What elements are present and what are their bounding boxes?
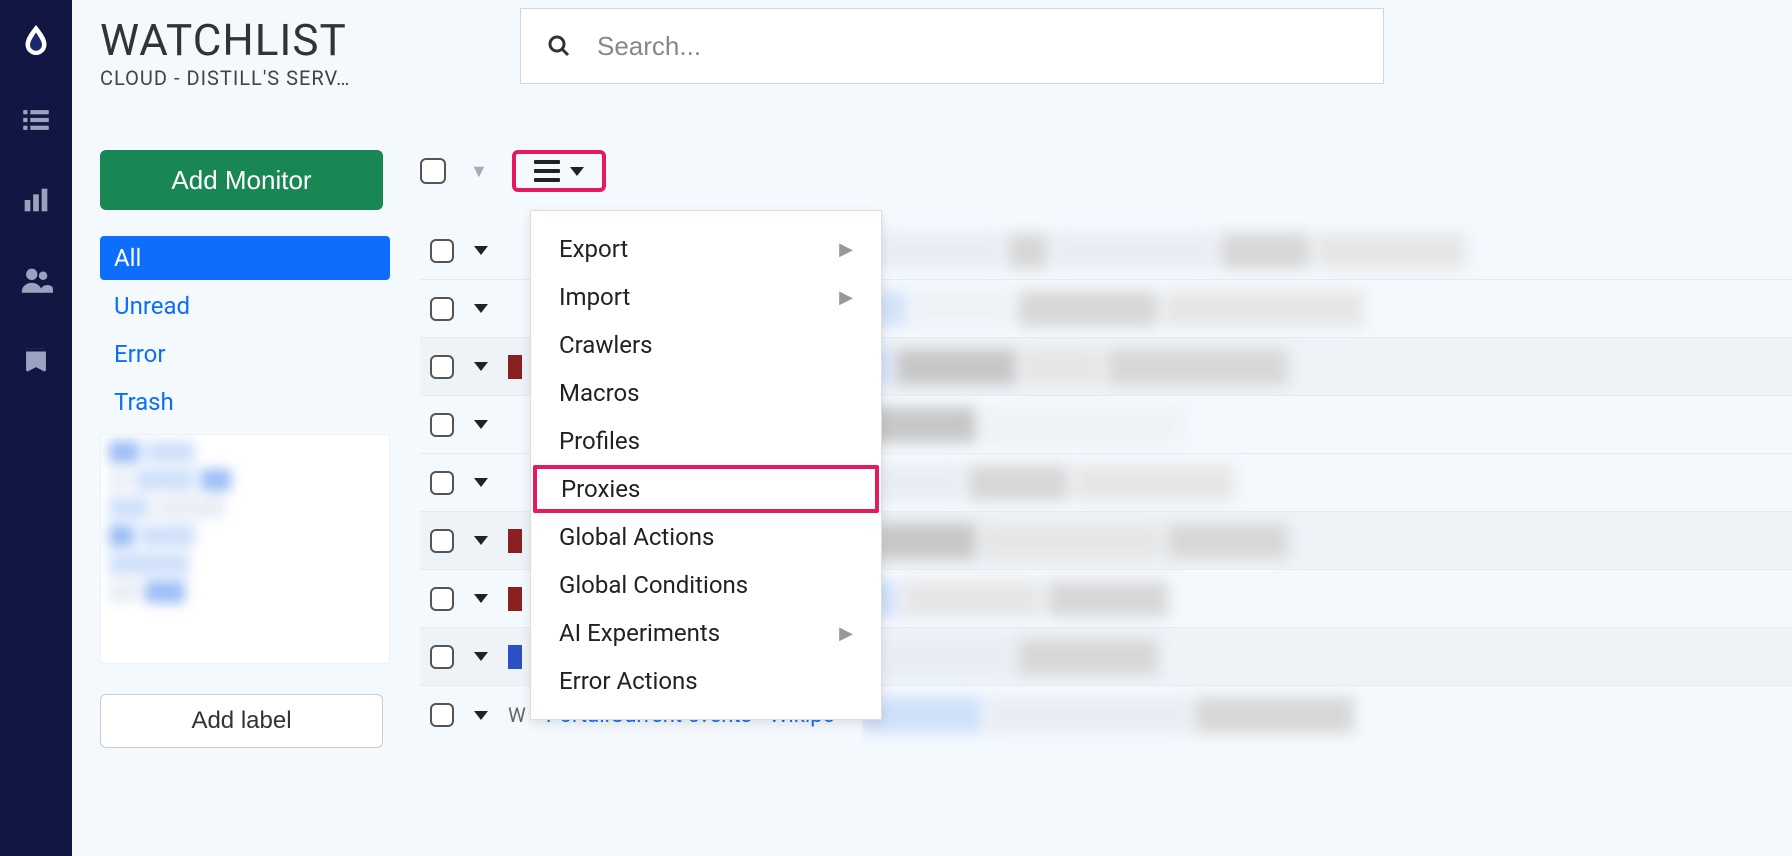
menu-item-macros[interactable]: Macros (531, 369, 881, 417)
row-favicon (508, 297, 522, 321)
row-caret-icon[interactable] (474, 711, 488, 720)
hamburger-icon (534, 160, 560, 182)
row-favicon (508, 239, 522, 263)
submenu-caret-icon: ▶ (839, 623, 853, 644)
caret-down-icon (570, 167, 584, 176)
search-input[interactable] (597, 9, 1383, 83)
menu-item-label: Export (559, 235, 628, 263)
row-checkbox[interactable] (430, 587, 454, 611)
row-caret-icon[interactable] (474, 420, 488, 429)
row-favicon (508, 355, 522, 379)
row-checkbox[interactable] (430, 529, 454, 553)
row-checkbox[interactable] (430, 297, 454, 321)
menu-item-label: Global Conditions (559, 571, 748, 599)
menu-item-label: AI Experiments (559, 619, 720, 647)
row-caret-icon[interactable] (474, 304, 488, 313)
menu-item-label: Global Actions (559, 523, 714, 551)
row-checkbox[interactable] (430, 413, 454, 437)
page-subtitle: CLOUD - DISTILL'S SERV… (100, 66, 390, 90)
row-content-redacted (862, 686, 1792, 744)
menu-item-error-actions[interactable]: Error Actions (531, 657, 881, 705)
list-icon[interactable] (16, 100, 56, 140)
menu-item-ai-experiments[interactable]: AI Experiments ▶ (531, 609, 881, 657)
sidebar: Add Monitor All Unread Error Trash Add l… (100, 150, 390, 748)
row-checkbox[interactable] (430, 239, 454, 263)
filter-error[interactable]: Error (100, 332, 390, 376)
menu-item-label: Macros (559, 379, 640, 407)
search-box[interactable] (520, 8, 1384, 84)
row-checkbox[interactable] (430, 645, 454, 669)
menu-item-import[interactable]: Import ▶ (531, 273, 881, 321)
menu-item-proxies[interactable]: Proxies (533, 465, 879, 513)
menu-item-label: Crawlers (559, 331, 652, 359)
row-caret-icon[interactable] (474, 478, 488, 487)
row-favicon (508, 413, 522, 437)
left-icon-rail (0, 0, 72, 856)
menu-item-global-conditions[interactable]: Global Conditions (531, 561, 881, 609)
header: WATCHLIST CLOUD - DISTILL'S SERV… (100, 0, 1792, 100)
add-monitor-button[interactable]: Add Monitor (100, 150, 383, 210)
add-label-button[interactable]: Add label (100, 694, 383, 748)
row-caret-icon[interactable] (474, 536, 488, 545)
row-checkbox[interactable] (430, 355, 454, 379)
row-favicon (508, 587, 522, 611)
row-favicon (508, 645, 522, 669)
row-caret-icon[interactable] (474, 362, 488, 371)
bar-chart-icon[interactable] (16, 180, 56, 220)
page-title: WATCHLIST (100, 14, 400, 66)
filter-trash[interactable]: Trash (100, 380, 390, 424)
more-menu-dropdown: Export ▶ Import ▶ Crawlers Macros Profiles… (530, 210, 882, 720)
row-favicon (508, 471, 522, 495)
row-favicon: W (508, 703, 526, 727)
filter-all[interactable]: All (100, 236, 390, 280)
list-toolbar: ▼ (420, 150, 606, 192)
menu-item-profiles[interactable]: Profiles (531, 417, 881, 465)
menu-item-crawlers[interactable]: Crawlers (531, 321, 881, 369)
menu-item-export[interactable]: Export ▶ (531, 225, 881, 273)
filter-unread[interactable]: Unread (100, 284, 390, 328)
row-caret-icon[interactable] (474, 652, 488, 661)
menu-item-label: Import (559, 283, 630, 311)
row-checkbox[interactable] (430, 471, 454, 495)
labels-area-redacted (100, 434, 390, 664)
row-favicon (508, 529, 522, 553)
select-all-checkbox[interactable] (420, 158, 446, 184)
submenu-caret-icon: ▶ (839, 239, 853, 260)
row-caret-icon[interactable] (474, 594, 488, 603)
submenu-caret-icon: ▶ (839, 287, 853, 308)
select-all-caret-icon[interactable]: ▼ (470, 161, 488, 182)
distill-logo-icon[interactable] (16, 20, 56, 60)
menu-item-global-actions[interactable]: Global Actions (531, 513, 881, 561)
title-block: WATCHLIST CLOUD - DISTILL'S SERV… (100, 14, 400, 90)
users-icon[interactable] (16, 260, 56, 300)
more-menu-button[interactable] (512, 150, 606, 192)
row-caret-icon[interactable] (474, 246, 488, 255)
search-icon (521, 9, 597, 83)
menu-item-label: Profiles (559, 427, 640, 455)
row-checkbox[interactable] (430, 703, 454, 727)
filter-list: All Unread Error Trash (100, 236, 390, 424)
book-icon[interactable] (16, 340, 56, 380)
menu-item-label: Error Actions (559, 667, 698, 695)
menu-item-label: Proxies (561, 475, 640, 503)
